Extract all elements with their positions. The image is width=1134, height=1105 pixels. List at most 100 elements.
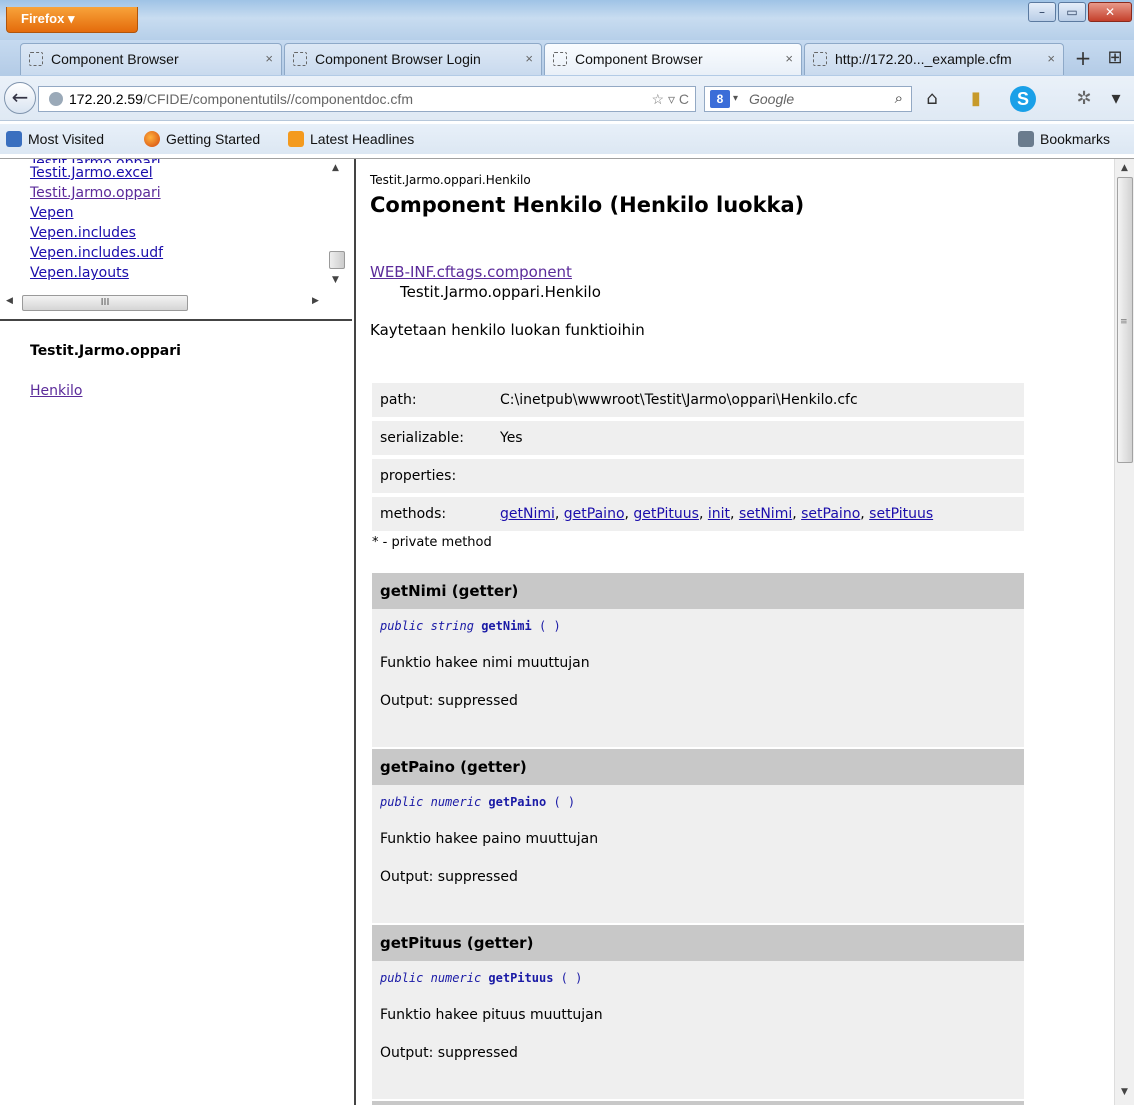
close-tab-icon[interactable]: × — [525, 44, 533, 74]
method-description: Funktio hakee paino muuttujan — [380, 831, 599, 847]
private-method-note: * - private method — [372, 535, 492, 550]
navigation-toolbar: ← 172.20.2.59/CFIDE/componentutils//comp… — [0, 76, 1134, 121]
most-visited-icon — [6, 131, 22, 147]
package-link[interactable]: Testit.Jarmo.oppari — [30, 183, 320, 203]
url-path: /CFIDE/componentutils//componentdoc.cfm — [142, 91, 413, 107]
extension-icon[interactable]: ✲ — [1070, 86, 1098, 112]
firefox-menu-button[interactable]: Firefox ▾ — [6, 7, 138, 33]
document-vertical-scrollbar[interactable]: ▲ ≡ ▼ — [1114, 159, 1134, 1105]
bookmarks-icon[interactable]: ▮ — [962, 86, 990, 112]
bookmark-star-icon[interactable]: ☆ ▿ C — [652, 87, 689, 111]
new-tab-button[interactable]: + — [1068, 44, 1098, 74]
scroll-down-icon[interactable]: ▼ — [332, 275, 339, 285]
package-title: Testit.Jarmo.oppari — [30, 343, 181, 359]
page-content: Testit.Jarmo.oppari Testit.Jarmo.excel T… — [0, 158, 1134, 1105]
scroll-thumb[interactable]: III — [22, 295, 188, 311]
tab-label: Component Browser — [575, 51, 703, 67]
bookmarks-toolbar: Most Visited Getting Started Latest Head… — [0, 124, 1134, 154]
package-list: Testit.Jarmo.oppari Testit.Jarmo.excel T… — [30, 159, 320, 283]
method-link-getpituus[interactable]: getPituus — [633, 506, 699, 522]
tab-label: Component Browser Login — [315, 51, 481, 67]
bookmark-getting-started[interactable]: Getting Started — [144, 124, 260, 154]
left-frames: Testit.Jarmo.oppari Testit.Jarmo.excel T… — [0, 159, 356, 1105]
component-doc-frame: Testit.Jarmo.oppari.Henkilo Component He… — [356, 159, 1134, 1105]
scroll-grip-icon: ≡ — [1120, 317, 1128, 327]
method-detail-getpaino: getPaino (getter) public numeric getPain… — [372, 749, 1024, 923]
scroll-thumb[interactable] — [329, 251, 345, 269]
method-output: Output: suppressed — [380, 693, 518, 709]
component-link-henkilo[interactable]: Henkilo — [30, 383, 82, 399]
package-link[interactable]: Vepen.layouts — [30, 263, 320, 283]
minimize-button[interactable]: – — [1028, 2, 1056, 22]
bookmarks-menu-button[interactable]: Bookmarks — [1018, 124, 1110, 154]
close-window-button[interactable]: ✕ — [1088, 2, 1132, 22]
search-icon[interactable]: ⌕ — [895, 87, 903, 111]
tab-example-cfm[interactable]: http://172.20..._example.cfm × — [804, 43, 1064, 75]
method-output: Output: suppressed — [380, 869, 518, 885]
serializable-label: serializable: — [372, 421, 492, 455]
method-link-init[interactable]: init — [708, 506, 730, 522]
scroll-right-icon[interactable]: ▶ — [312, 296, 319, 306]
page-icon — [553, 52, 567, 66]
package-link[interactable]: Testit.Jarmo.excel — [30, 163, 320, 183]
tab-strip: Component Browser × Component Browser Lo… — [0, 40, 1134, 76]
tab-component-browser-1[interactable]: Component Browser × — [20, 43, 282, 75]
bookmark-latest-headlines[interactable]: Latest Headlines — [288, 124, 414, 154]
scroll-down-icon[interactable]: ▼ — [1121, 1087, 1128, 1097]
component-package: Testit.Jarmo.oppari.Henkilo — [370, 173, 531, 187]
method-link-setpituus[interactable]: setPituus — [869, 506, 933, 522]
site-identity-icon[interactable] — [49, 92, 63, 106]
properties-label: properties: — [372, 459, 492, 493]
scroll-up-icon[interactable]: ▲ — [332, 163, 339, 173]
maximize-button[interactable]: ▭ — [1058, 2, 1086, 22]
method-header: getPaino (getter) — [372, 749, 1024, 785]
component-properties-table: path: C:\inetpub\wwwroot\Testit\Jarmo\op… — [372, 379, 1024, 535]
method-description: Funktio hakee nimi muuttujan — [380, 655, 590, 671]
scroll-left-icon[interactable]: ◀ — [6, 296, 13, 306]
url-bar[interactable]: 172.20.2.59/CFIDE/componentutils//compon… — [38, 86, 696, 112]
home-icon[interactable]: ⌂ — [918, 86, 946, 112]
tab-label: http://172.20..._example.cfm — [835, 51, 1012, 67]
method-header: getPituus (getter) — [372, 925, 1024, 961]
method-signature: public numeric getPaino ( ) — [380, 795, 576, 809]
method-description: Funktio hakee pituus muuttujan — [380, 1007, 603, 1023]
search-input[interactable]: 8 ▾ Google ⌕ — [704, 86, 912, 112]
page-title: Component Henkilo (Henkilo luokka) — [370, 193, 805, 217]
package-vertical-scrollbar[interactable]: ▲ ▼ — [328, 159, 346, 293]
method-signature: public string getNimi ( ) — [380, 619, 561, 633]
close-tab-icon[interactable]: × — [265, 44, 273, 74]
parent-component-link[interactable]: WEB-INF.cftags.component — [370, 263, 572, 281]
package-horizontal-scrollbar[interactable]: ◀ III ▶ — [0, 293, 330, 313]
method-header: getNimi (getter) — [372, 573, 1024, 609]
component-fqcn: Testit.Jarmo.oppari.Henkilo — [400, 283, 601, 301]
method-link-setpaino[interactable]: setPaino — [801, 506, 860, 522]
package-link[interactable]: Vepen.includes — [30, 223, 320, 243]
search-placeholder: Google — [749, 91, 795, 107]
bookmark-most-visited[interactable]: Most Visited — [6, 124, 104, 154]
google-engine-icon[interactable]: 8 — [710, 90, 730, 108]
chevron-down-icon[interactable]: ▾ — [1104, 86, 1128, 112]
method-link-getnimi[interactable]: getNimi — [500, 506, 555, 522]
url-host: 172.20.2.59 — [69, 91, 143, 107]
method-signature: public numeric getPituus ( ) — [380, 971, 583, 985]
properties-value — [492, 459, 1024, 493]
method-link-getpaino[interactable]: getPaino — [564, 506, 625, 522]
tab-groups-icon[interactable]: ⊞ — [1100, 44, 1130, 74]
class-list-frame: Testit.Jarmo.oppari Henkilo — [0, 321, 352, 1101]
back-arrow-icon[interactable]: ← — [4, 82, 36, 114]
methods-label: methods: — [372, 497, 492, 531]
method-link-setnimi[interactable]: setNimi — [739, 506, 792, 522]
tab-component-browser-active[interactable]: Component Browser × — [544, 43, 802, 75]
package-link[interactable]: Vepen — [30, 203, 320, 223]
skype-icon[interactable]: S — [1006, 86, 1040, 112]
tab-label: Component Browser — [51, 51, 179, 67]
scroll-up-icon[interactable]: ▲ — [1121, 163, 1128, 173]
close-tab-icon[interactable]: × — [785, 44, 793, 74]
rss-icon — [288, 131, 304, 147]
package-link[interactable]: Vepen.includes.udf — [30, 243, 320, 263]
package-list-frame: Testit.Jarmo.oppari Testit.Jarmo.excel T… — [0, 159, 352, 321]
page-icon — [293, 52, 307, 66]
search-engine-dropdown-icon[interactable]: ▾ — [733, 87, 738, 111]
close-tab-icon[interactable]: × — [1047, 44, 1055, 74]
tab-component-browser-login[interactable]: Component Browser Login × — [284, 43, 542, 75]
